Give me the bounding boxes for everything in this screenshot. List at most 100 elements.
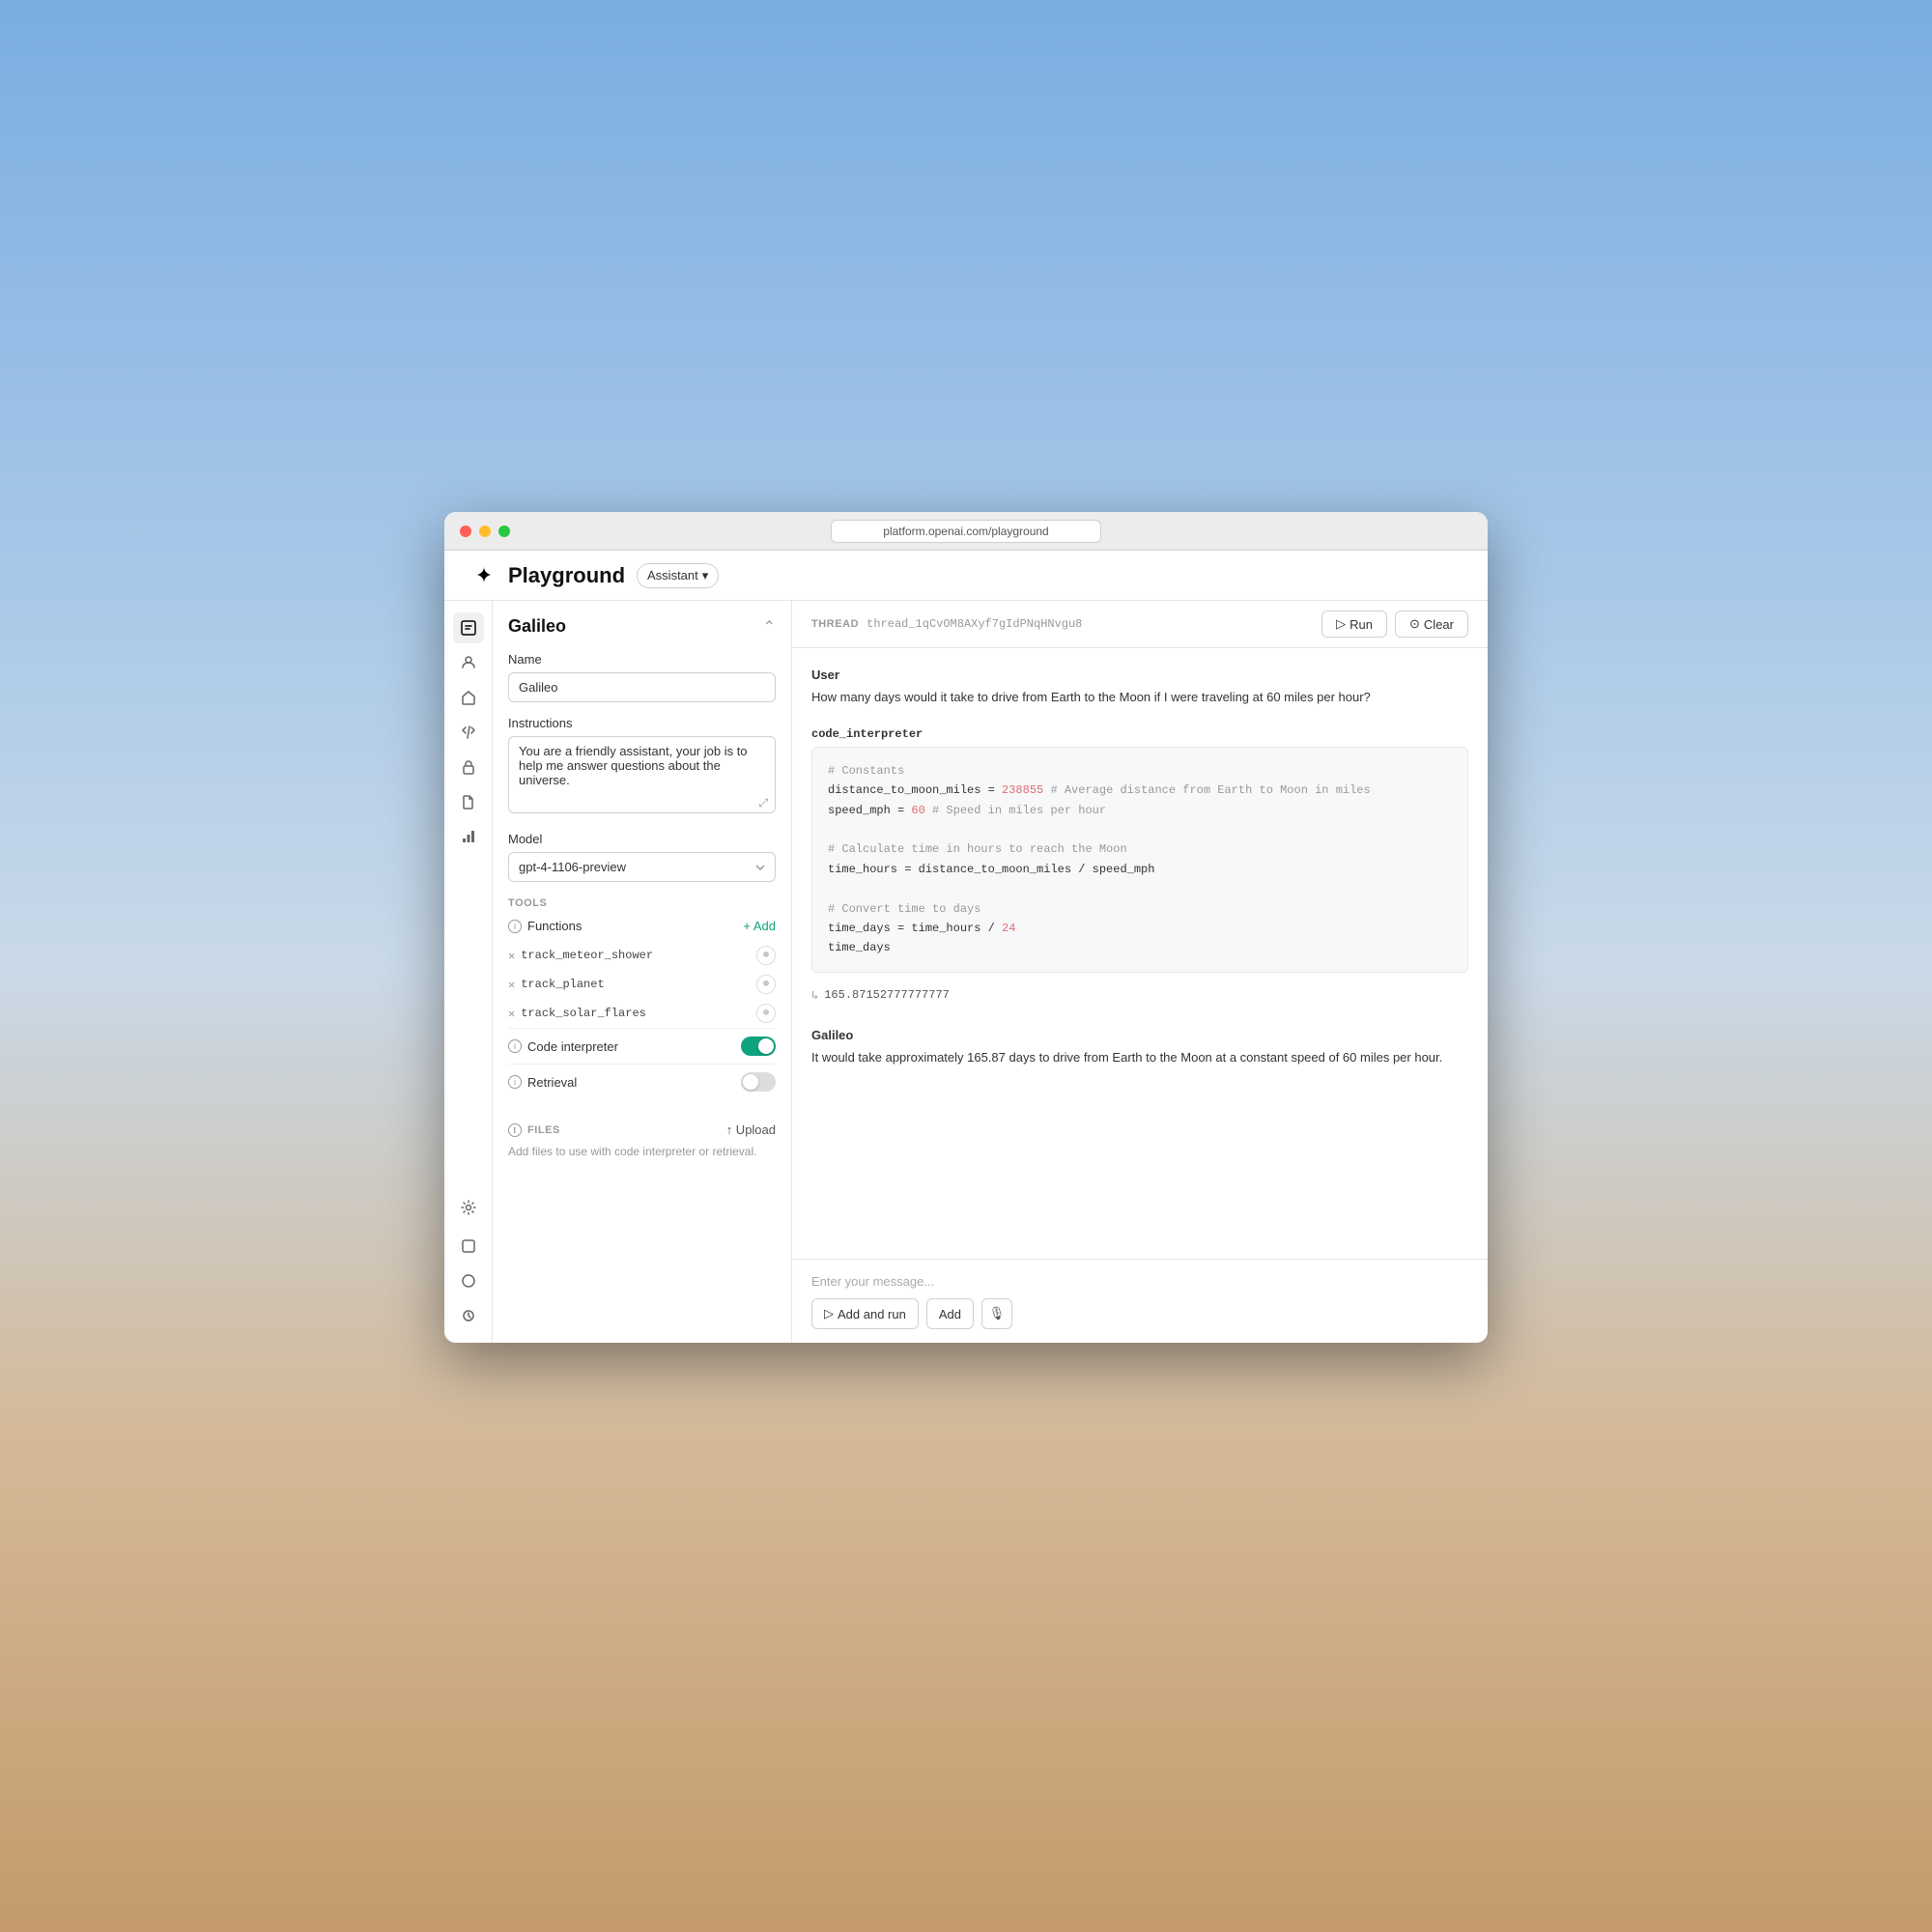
model-select[interactable]: gpt-4-1106-preview [508, 852, 776, 882]
functions-row: i Functions + Add [508, 919, 776, 933]
function-icon: ✕ [508, 1007, 515, 1021]
code-interpreter-toggle[interactable] [741, 1037, 776, 1056]
function-name: track_planet [521, 978, 604, 991]
page-title: Playground [508, 563, 625, 588]
sidebar-item-playground[interactable] [453, 612, 484, 643]
thread-info: THREAD thread_1qCvOM8AXyf7gIdPNqHNvgu8 [811, 617, 1082, 631]
code-block-label: code_interpreter [811, 727, 1468, 741]
name-input[interactable] [508, 672, 776, 702]
maximize-button[interactable] [498, 526, 510, 537]
add-button[interactable]: Add [926, 1298, 974, 1329]
files-section: i FILES ↑ Upload Add files to use with c… [508, 1122, 776, 1158]
sidebar-item-analytics[interactable] [453, 821, 484, 852]
chat-messages: User How many days would it take to driv… [792, 648, 1488, 1259]
functions-label: Functions [527, 919, 582, 933]
tools-section-label: TOOLS [508, 897, 776, 909]
traffic-lights [460, 526, 510, 537]
assistant-name-display: Galileo [508, 616, 566, 637]
message-code-interpreter: code_interpreter # Constants distance_to… [811, 727, 1468, 1009]
retrieval-row: i Retrieval [508, 1064, 776, 1099]
close-button[interactable] [460, 526, 471, 537]
result-value: 165.87152777777777 [824, 988, 950, 1002]
mic-icon: 🎙 [989, 1306, 1006, 1321]
add-run-label: Add and run [838, 1307, 906, 1321]
expand-textarea-icon[interactable]: ⤢ [758, 796, 768, 810]
chat-area: THREAD thread_1qCvOM8AXyf7gIdPNqHNvgu8 ▷… [792, 601, 1488, 1343]
instructions-label: Instructions [508, 716, 776, 730]
function-settings-icon[interactable]: ⊕ [756, 975, 776, 994]
message-text-user: How many days would it take to drive fro… [811, 688, 1468, 708]
message-galileo: Galileo It would take approximately 165.… [811, 1028, 1468, 1068]
name-label: Name [508, 652, 776, 667]
retrieval-label: Retrieval [527, 1075, 577, 1090]
instructions-wrapper: You are a friendly assistant, your job i… [508, 736, 776, 818]
config-panel: Galileo ⌃ Name Instructions You are a fr… [493, 601, 792, 1343]
top-header: ✦ Playground Assistant ▾ [444, 551, 1488, 601]
add-function-button[interactable]: + Add [743, 919, 776, 933]
clear-label: Clear [1424, 617, 1454, 632]
chevron-down-icon: ▾ [702, 568, 709, 583]
functions-info-icon[interactable]: i [508, 920, 522, 933]
chat-input[interactable] [811, 1274, 1468, 1289]
files-hint: Add files to use with code interpreter o… [508, 1145, 776, 1158]
mode-selector[interactable]: Assistant ▾ [637, 563, 719, 588]
config-header: Galileo ⌃ [508, 616, 776, 637]
thread-id: thread_1qCvOM8AXyf7gIdPNqHNvgu8 [867, 617, 1082, 631]
result-arrow-icon: ↳ [811, 988, 818, 1003]
files-info-icon[interactable]: i [508, 1123, 522, 1137]
sidebar-item-lock[interactable] [453, 752, 484, 782]
function-icon: ✕ [508, 949, 515, 963]
sidebar-item-bottom2[interactable] [453, 1265, 484, 1296]
message-role-galileo: Galileo [811, 1028, 1468, 1042]
mic-button[interactable]: 🎙 [981, 1298, 1012, 1329]
sidebar-item-files[interactable] [453, 786, 484, 817]
sidebar-item-home[interactable] [453, 682, 484, 713]
files-row: i FILES ↑ Upload [508, 1122, 776, 1137]
openai-logo-icon: ✦ [475, 563, 493, 588]
run-button[interactable]: ▷ Run [1321, 611, 1387, 638]
function-item: ✕ track_solar_flares ⊕ [508, 999, 776, 1028]
tools-section: i Functions + Add ✕ track_meteor_shower … [508, 919, 776, 1099]
function-item: ✕ track_planet ⊕ [508, 970, 776, 999]
files-label: i FILES [508, 1123, 560, 1137]
sidebar-item-bottom3[interactable] [453, 1300, 484, 1331]
function-icon: ✕ [508, 978, 515, 992]
sidebar-item-bottom1[interactable] [453, 1231, 484, 1262]
titlebar: platform.openai.com/playground [444, 512, 1488, 551]
code-interpreter-label: Code interpreter [527, 1039, 618, 1054]
clear-icon: ⊙ [1409, 616, 1420, 632]
clear-button[interactable]: ⊙ Clear [1395, 611, 1468, 638]
add-and-run-button[interactable]: ▷ Add and run [811, 1298, 919, 1329]
add-run-icon: ▷ [824, 1306, 834, 1321]
sidebar-item-compare[interactable] [453, 717, 484, 748]
retrieval-info-icon[interactable]: i [508, 1075, 522, 1089]
retrieval-toggle[interactable] [741, 1072, 776, 1092]
header-buttons: ▷ Run ⊙ Clear [1321, 611, 1468, 638]
thread-label: THREAD [811, 618, 859, 630]
minimize-button[interactable] [479, 526, 491, 537]
upload-button[interactable]: ↑ Upload [726, 1122, 776, 1137]
run-icon: ▷ [1336, 616, 1346, 632]
chat-header: THREAD thread_1qCvOM8AXyf7gIdPNqHNvgu8 ▷… [792, 601, 1488, 648]
function-settings-icon[interactable]: ⊕ [756, 1004, 776, 1023]
run-label: Run [1350, 617, 1373, 632]
code-interpreter-row: i Code interpreter [508, 1028, 776, 1064]
sidebar-item-users[interactable] [453, 647, 484, 678]
url-bar[interactable]: platform.openai.com/playground [831, 520, 1101, 543]
function-name: track_solar_flares [521, 1007, 646, 1020]
message-user: User How many days would it take to driv… [811, 668, 1468, 708]
mode-label: Assistant [647, 568, 698, 582]
function-settings-icon[interactable]: ⊕ [756, 946, 776, 965]
code-interpreter-info-icon[interactable]: i [508, 1039, 522, 1053]
function-item: ✕ track_meteor_shower ⊕ [508, 941, 776, 970]
sidebar [444, 601, 493, 1343]
instructions-textarea[interactable]: You are a friendly assistant, your job i… [508, 736, 776, 813]
chat-input-area: ▷ Add and run Add 🎙 [792, 1259, 1488, 1343]
function-name: track_meteor_shower [521, 949, 653, 962]
model-label: Model [508, 832, 776, 846]
expand-icon[interactable]: ⌃ [763, 617, 776, 637]
code-block: # Constants distance_to_moon_miles = 238… [811, 747, 1468, 973]
chat-input-buttons: ▷ Add and run Add 🎙 [811, 1298, 1468, 1329]
sidebar-item-settings[interactable] [453, 1192, 484, 1223]
message-role-user: User [811, 668, 1468, 682]
